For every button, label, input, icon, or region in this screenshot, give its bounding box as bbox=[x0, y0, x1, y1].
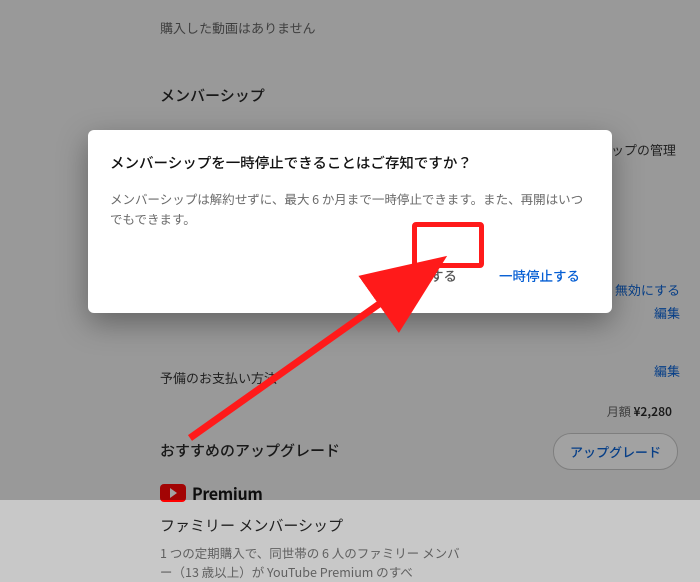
family-title: ファミリー メンバーシップ bbox=[160, 515, 680, 536]
pause-membership-dialog: メンバーシップを一時停止できることはご存知ですか？ メンバーシップは解約せずに、… bbox=[88, 130, 612, 313]
cancel-membership-button[interactable]: 解約する bbox=[395, 257, 465, 293]
dialog-body: メンバーシップは解約せずに、最大 6 か月まで一時停止できます。また、再開はいつ… bbox=[110, 189, 590, 229]
dialog-title: メンバーシップを一時停止できることはご存知ですか？ bbox=[110, 152, 590, 173]
family-desc: 1 つの定期購入で、同世帯の 6 人のファミリー メンバー（13 歳以上）が Y… bbox=[160, 544, 470, 582]
dialog-actions: 解約する 一時停止する bbox=[110, 253, 590, 297]
pause-button[interactable]: 一時停止する bbox=[491, 257, 588, 293]
